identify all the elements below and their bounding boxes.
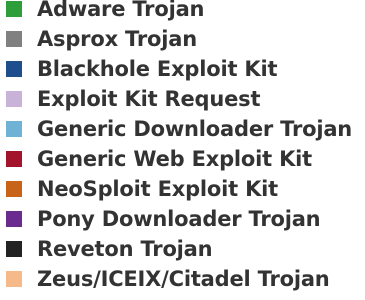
legend-item: Asprox Trojan bbox=[0, 24, 365, 54]
legend-label: NeoSploit Exploit Kit bbox=[37, 177, 278, 201]
chart-legend: Adware Trojan Asprox Trojan Blackhole Expl… bbox=[0, 0, 365, 300]
legend-label: Generic Downloader Trojan bbox=[37, 117, 353, 141]
legend-item: Adware Trojan bbox=[0, 0, 365, 24]
legend-label: Blackhole Exploit Kit bbox=[37, 57, 278, 81]
legend-swatch bbox=[6, 61, 22, 77]
legend-item: Generic Web Exploit Kit bbox=[0, 144, 365, 174]
legend-label: Adware Trojan bbox=[37, 0, 205, 21]
legend-label: Asprox Trojan bbox=[37, 27, 197, 51]
legend-item: Pony Downloader Trojan bbox=[0, 204, 365, 234]
legend-item: Exploit Kit Request bbox=[0, 84, 365, 114]
legend-label: Pony Downloader Trojan bbox=[37, 207, 321, 231]
legend-item: Reveton Trojan bbox=[0, 234, 365, 264]
legend-label: Exploit Kit Request bbox=[37, 87, 261, 111]
legend-swatch bbox=[6, 1, 22, 17]
legend-item: NeoSploit Exploit Kit bbox=[0, 174, 365, 204]
legend-swatch bbox=[6, 241, 22, 257]
legend-item: Zeus/ICEIX/Citadel Trojan bbox=[0, 264, 365, 294]
legend-item: Blackhole Exploit Kit bbox=[0, 54, 365, 84]
legend-item: Generic Downloader Trojan bbox=[0, 114, 365, 144]
legend-label: Zeus/ICEIX/Citadel Trojan bbox=[37, 267, 330, 291]
legend-swatch bbox=[6, 91, 22, 107]
legend-swatch bbox=[6, 31, 22, 47]
legend-swatch bbox=[6, 181, 22, 197]
legend-swatch bbox=[6, 271, 22, 287]
legend-swatch bbox=[6, 121, 22, 137]
legend-swatch bbox=[6, 211, 22, 227]
legend-label: Reveton Trojan bbox=[37, 237, 213, 261]
legend-label: Generic Web Exploit Kit bbox=[37, 147, 312, 171]
legend-swatch bbox=[6, 151, 22, 167]
